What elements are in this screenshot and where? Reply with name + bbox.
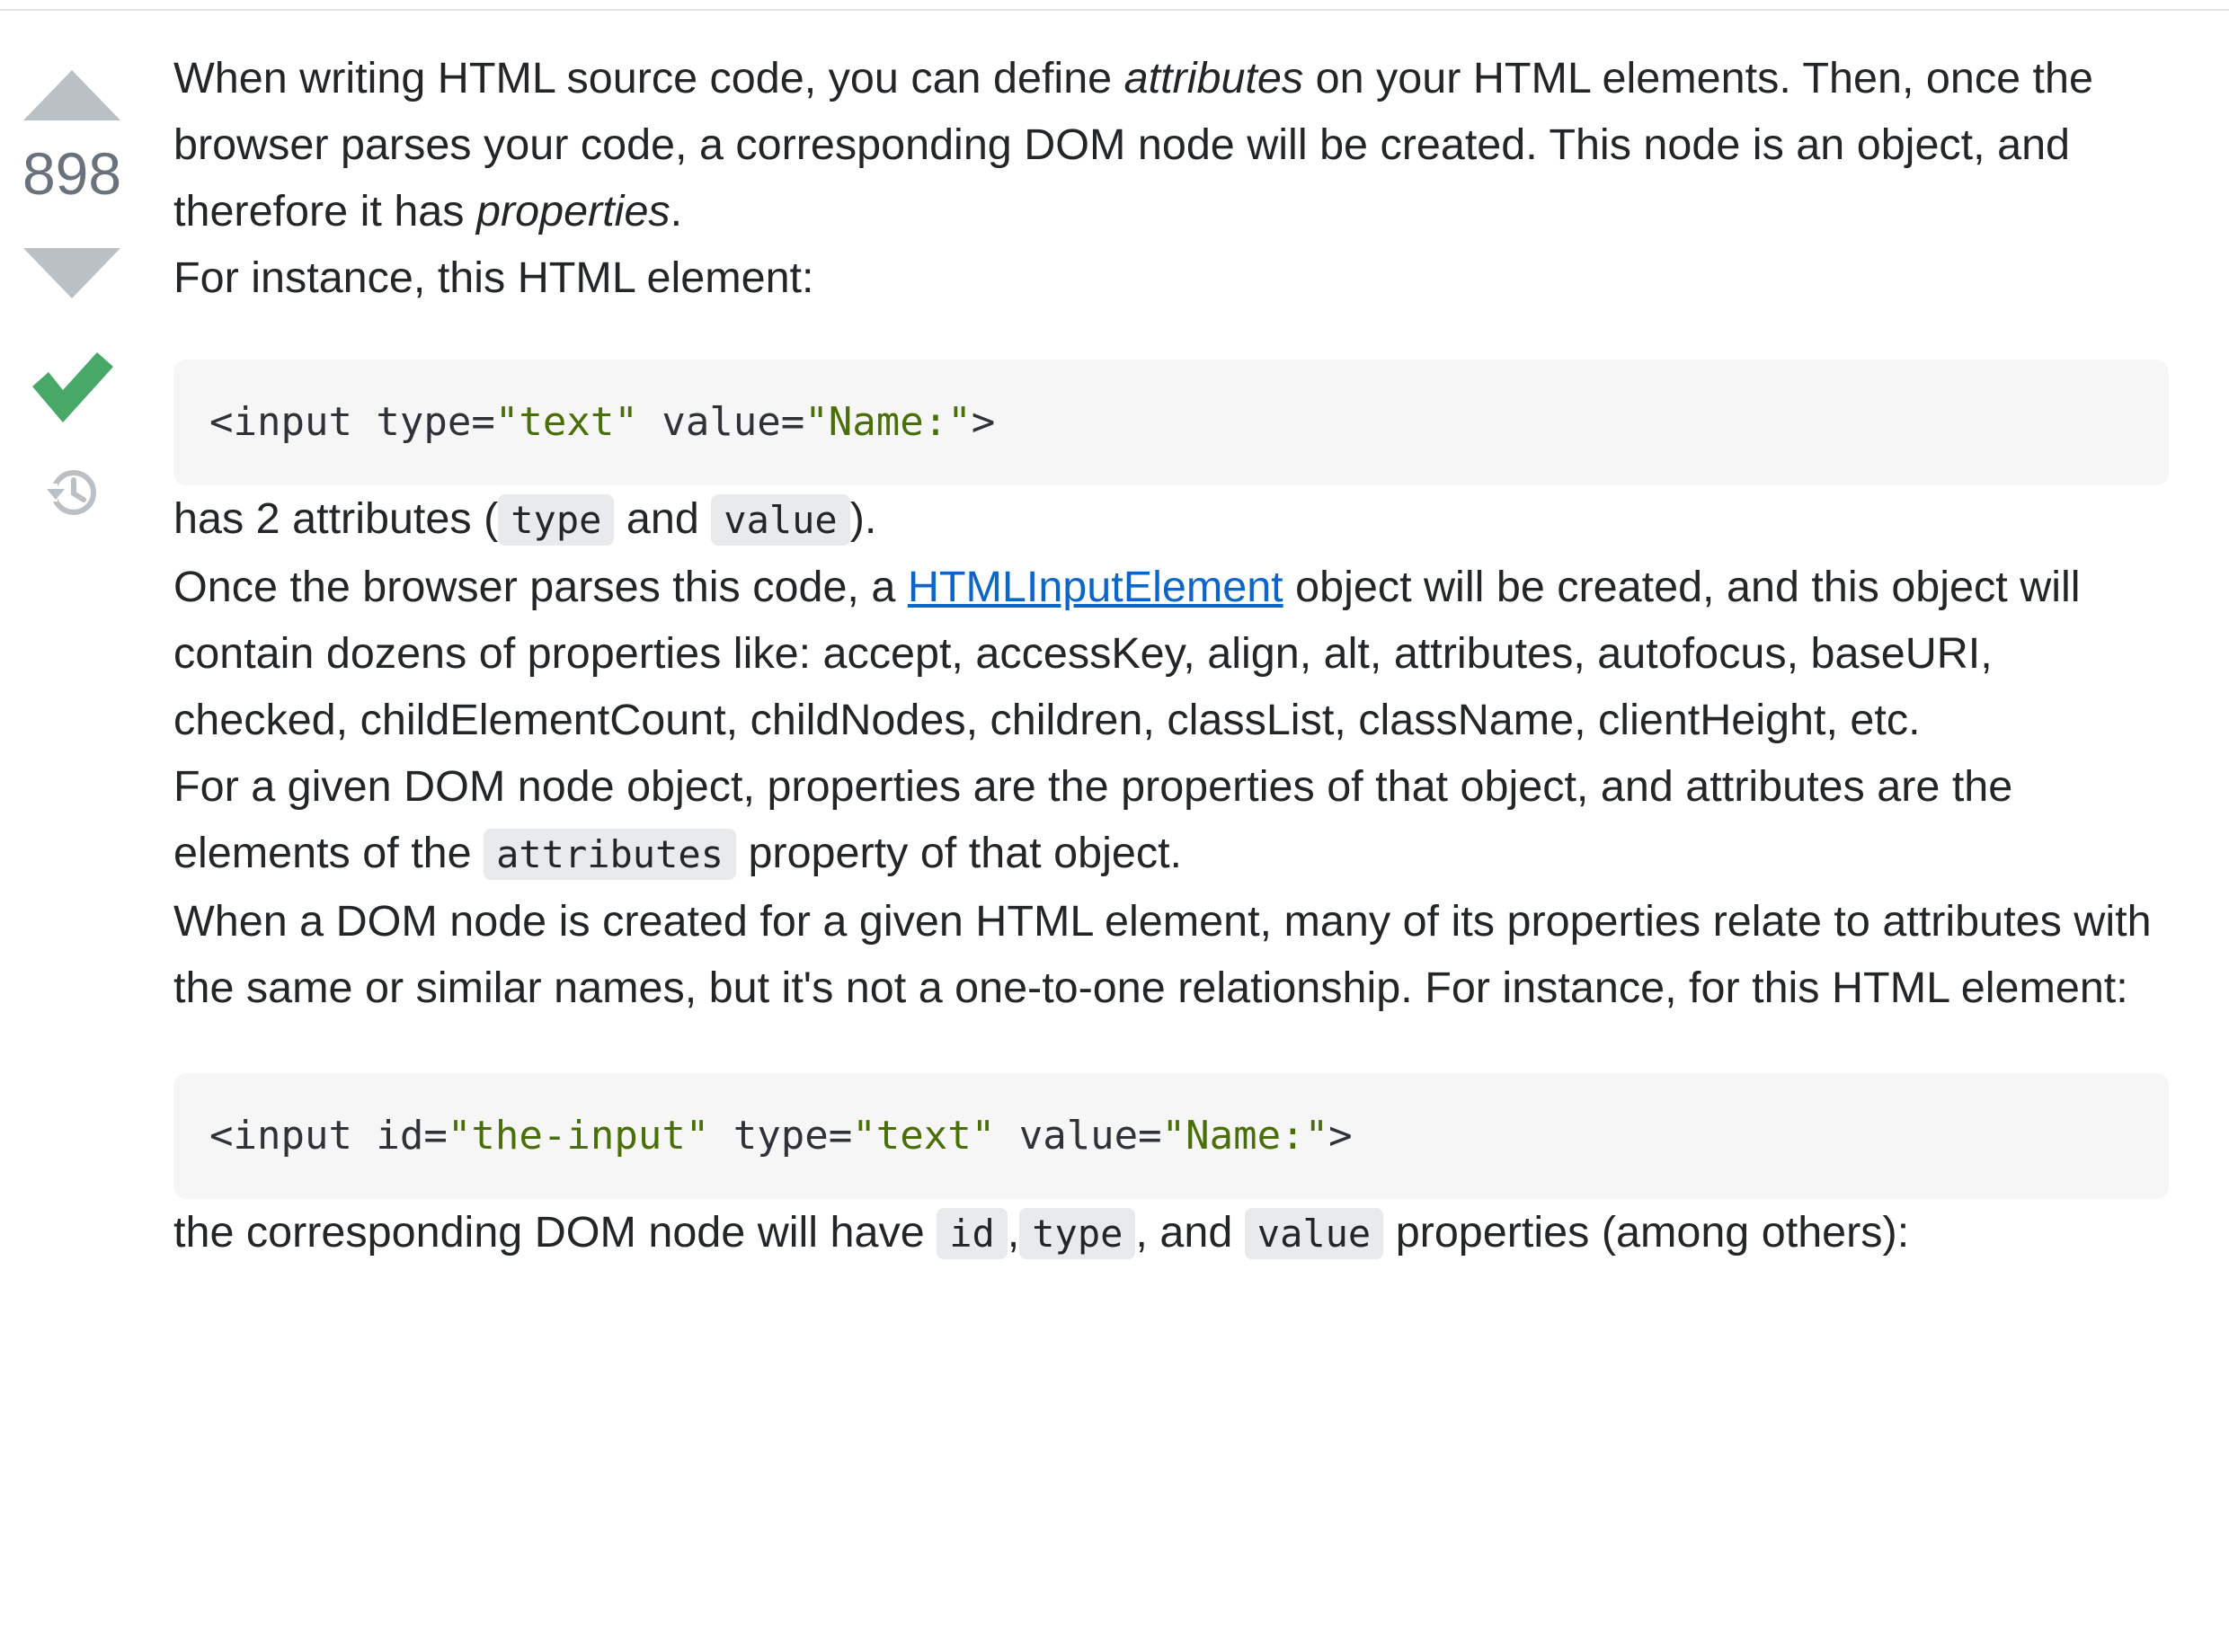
inline-code: attributes xyxy=(484,829,736,880)
htmlinputelement-link[interactable]: HTMLInputElement xyxy=(908,563,1283,611)
paragraph-4: Once the browser parses this code, a HTM… xyxy=(173,554,2169,753)
emphasis-attributes: attributes xyxy=(1123,54,1304,102)
code-token: type= xyxy=(709,1113,853,1159)
answer-body: When writing HTML source code, you can d… xyxy=(173,45,2169,1267)
code-string: "text" xyxy=(852,1113,996,1159)
text-span: and xyxy=(614,494,712,543)
code-string: "the-input" xyxy=(447,1113,710,1159)
vote-column: 898 xyxy=(0,54,144,521)
top-divider xyxy=(0,9,2229,11)
history-icon[interactable] xyxy=(43,464,101,521)
paragraph-6: When a DOM node is created for a given H… xyxy=(173,897,2152,1012)
paragraph-1: When writing HTML source code, you can d… xyxy=(173,45,2169,244)
inline-code: value xyxy=(711,494,850,546)
accepted-check-icon xyxy=(32,352,113,422)
inline-code: value xyxy=(1244,1208,1384,1259)
upvote-button[interactable] xyxy=(23,70,120,120)
code-token: <input id= xyxy=(209,1113,448,1159)
code-block-2: <input id= "the-input" type= "text" value=… xyxy=(173,1073,2169,1199)
code-token: <input type= xyxy=(209,399,495,445)
code-token: > xyxy=(971,399,996,445)
text-span: ). xyxy=(849,494,877,543)
inline-code: type xyxy=(1019,1208,1136,1259)
code-string: "Name:" xyxy=(1161,1113,1329,1159)
code-token: > xyxy=(1328,1113,1353,1159)
text-span: , and xyxy=(1135,1208,1245,1257)
emphasis-properties: properties xyxy=(476,187,670,235)
text-span: the corresponding DOM node will have xyxy=(173,1208,937,1257)
text-span: . xyxy=(670,187,683,235)
code-token: value= xyxy=(637,399,805,445)
text-span: , xyxy=(1007,1208,1020,1257)
code-string: "Name:" xyxy=(804,399,972,445)
downvote-button[interactable] xyxy=(23,248,120,298)
inline-code: id xyxy=(937,1208,1008,1259)
paragraph-7: the corresponding DOM node will have id,… xyxy=(173,1199,2169,1267)
text-span: has 2 attributes ( xyxy=(173,494,499,543)
paragraph-5: For a given DOM node object, properties … xyxy=(173,753,2169,888)
paragraph-2: For instance, this HTML element: xyxy=(173,253,814,302)
inline-code: type xyxy=(498,494,615,546)
text-span: Once the browser parses this code, a xyxy=(173,563,908,611)
vote-count: 898 xyxy=(22,140,122,207)
code-block-1: <input type= "text" value= "Name:" > xyxy=(173,360,2169,485)
text-span: properties (among others): xyxy=(1383,1208,1910,1257)
code-string: "text" xyxy=(494,399,638,445)
text-span: property of that object. xyxy=(735,829,1183,877)
paragraph-3: has 2 attributes (type and value). xyxy=(173,485,2169,554)
code-token: value= xyxy=(995,1113,1162,1159)
text-span: When writing HTML source code, you can d… xyxy=(173,54,1124,102)
